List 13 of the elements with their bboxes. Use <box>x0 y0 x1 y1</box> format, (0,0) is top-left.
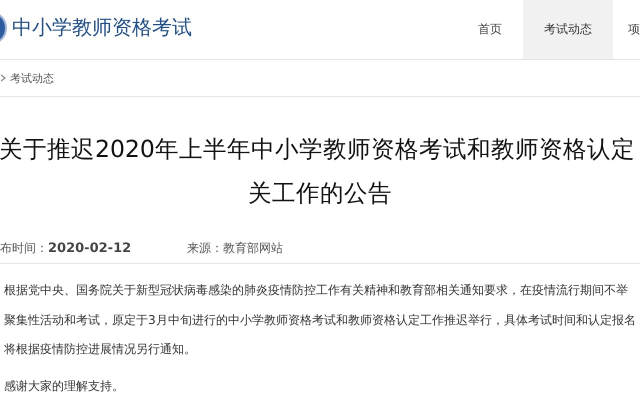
site-title: 中小学教师资格考试 <box>12 14 192 41</box>
nav-tab[interactable]: 考试动态 <box>523 0 613 59</box>
source-label: 来源：教育部网站 <box>187 240 284 257</box>
closing-text: 感谢大家的理解支持。 <box>3 378 125 394</box>
nav-tab[interactable]: 项 <box>613 0 640 59</box>
published-date: 2020-02-12 <box>48 241 132 256</box>
breadcrumb-link[interactable]: 考试动态 <box>10 70 54 86</box>
article-paragraph: 根据党中央、国务院关于新型冠状病毒感染的肺炎疫情防控工作有关精神和教育部相关通知要求，在疫情流行期间不举 聚集性活动和考试，原定于3月中旬进行的中小学教师资格考试和教师资格认定工作推迟举行，具体考试时间和认定报名 将根据疫情防控进展情况另行通知。 <box>3 282 637 358</box>
article-title: 关工作的公告 <box>247 178 393 209</box>
article-title: 关于推迟2020年上半年中小学教师资格考试和教师资格认定 <box>0 134 636 165</box>
published-label: 布时间： <box>0 241 48 255</box>
chevron-icon <box>1 74 6 82</box>
nav-tab[interactable]: 首页 <box>457 0 523 59</box>
